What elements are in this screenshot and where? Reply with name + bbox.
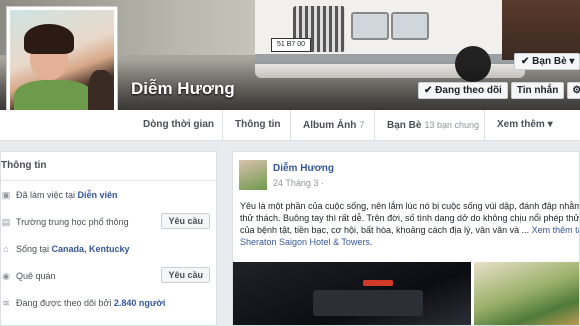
- post-timestamp[interactable]: 24 Tháng 3 ·: [273, 178, 324, 188]
- post-body: Yêu là một phần của cuộc sống, nên lắm l…: [240, 201, 580, 235]
- see-more-link[interactable]: Xem thêm: [532, 225, 573, 235]
- info-text: Đang được theo dõi bởi 2.840 người: [16, 298, 165, 308]
- avatar[interactable]: [239, 160, 267, 190]
- info-row-work: ▣ Đã làm việc tại Diễn viên: [1, 182, 218, 208]
- info-row-hometown: ◉ Quê quán Yêu cầu: [1, 263, 218, 289]
- tab-label: Bạn Bè: [387, 120, 422, 131]
- info-link[interactable]: Diễn viên: [78, 190, 118, 200]
- car-headlight: [351, 12, 389, 40]
- post-photo[interactable]: [233, 262, 471, 325]
- home-icon: ⌂: [3, 244, 9, 254]
- following-button[interactable]: ✔ Đang theo dõi: [418, 82, 508, 99]
- rss-icon: ≋: [2, 298, 10, 308]
- globe-icon: ·: [320, 178, 324, 188]
- car-headlight: [391, 12, 429, 40]
- profile-picture-image: [10, 10, 114, 122]
- profile-name[interactable]: Diễm Hương: [131, 79, 235, 99]
- tab-photos[interactable]: Album Ảnh 7: [290, 110, 364, 140]
- info-link[interactable]: 2.840 người: [114, 298, 165, 308]
- post-photo[interactable]: [474, 262, 579, 325]
- profile-actions: ✔ Đang theo dõi Tin nhắn ⚙▾: [418, 82, 580, 99]
- tab-timeline[interactable]: Dòng thời gian: [143, 110, 214, 140]
- info-link[interactable]: Canada, Kentucky: [52, 244, 130, 254]
- school-icon: ▤: [1, 217, 11, 227]
- info-prefix: Đang được theo dõi bởi: [16, 298, 114, 308]
- check-icon: ✔: [424, 85, 433, 96]
- info-row-highschool: ▤ Trường trung học phổ thông Yêu cầu: [1, 209, 218, 235]
- request-button[interactable]: Yêu cầu: [161, 213, 210, 229]
- briefcase-icon: ▣: [1, 190, 11, 200]
- info-text: Sống tại Canada, Kentucky: [16, 244, 130, 254]
- info-row-followers: ≋ Đang được theo dõi bởi 2.840 người: [1, 290, 218, 316]
- tab-about[interactable]: Thông tin: [222, 110, 281, 140]
- more-options-button[interactable]: ⚙▾: [567, 82, 580, 99]
- info-text: Quê quán: [16, 271, 56, 281]
- timeline-post: Diễm Hương 24 Tháng 3 · Yêu là một phần …: [232, 151, 580, 326]
- tab-count: 7: [359, 120, 365, 130]
- friend-button-label: Bạn Bè: [532, 56, 567, 67]
- post-photos: [233, 262, 579, 325]
- intro-heading: Thông tin: [1, 152, 216, 181]
- chevron-down-icon: ▾: [547, 119, 553, 130]
- tab-friends[interactable]: Bạn Bè 13 bạn chung: [374, 110, 479, 140]
- info-text: Trường trung học phổ thông: [16, 217, 129, 227]
- tab-label: Dòng thời gian: [143, 119, 214, 130]
- cover-person: [502, 0, 580, 60]
- tab-label: Thông tin: [235, 119, 281, 130]
- friend-button[interactable]: ✔ Bạn Bè ▾: [514, 53, 580, 70]
- tab-more[interactable]: Xem thêm ▾: [484, 110, 553, 140]
- car-plate: 51 B7 00: [271, 38, 311, 52]
- tab-count: 13 bạn chung: [424, 120, 480, 130]
- location-pin-icon: ◉: [2, 271, 10, 281]
- info-text: Đã làm việc tại Diễn viên: [16, 190, 118, 200]
- gear-icon: ⚙▾: [572, 85, 580, 96]
- following-button-label: Đang theo dõi: [435, 85, 502, 96]
- profile-picture[interactable]: [6, 6, 118, 126]
- photo-dashboard: [313, 290, 423, 316]
- tab-label: Album Ảnh: [303, 120, 357, 131]
- info-row-lives: ⌂ Sống tại Canada, Kentucky: [1, 236, 218, 262]
- post-text: Yêu là một phần của cuộc sống, nên lắm l…: [240, 200, 580, 248]
- message-button[interactable]: Tin nhắn: [510, 82, 565, 99]
- info-prefix: Đã làm việc tại: [16, 190, 78, 200]
- tab-label: Xem thêm: [497, 119, 545, 130]
- post-time-text: 24 Tháng 3: [273, 178, 319, 188]
- request-button[interactable]: Yêu cầu: [161, 267, 210, 283]
- check-icon: ✔: [521, 56, 530, 67]
- chevron-down-icon: ▾: [569, 56, 575, 67]
- info-prefix: Sống tại: [16, 244, 52, 254]
- post-author[interactable]: Diễm Hương: [273, 163, 334, 174]
- profile-hair: [24, 24, 74, 54]
- profile-tab-bar: Dòng thời gian Thông tin Album Ảnh 7 Bạn …: [0, 110, 580, 141]
- intro-card: Thông tin ▣ Đã làm việc tại Diễn viên ▤ …: [0, 151, 217, 326]
- photo-red-light: [363, 280, 393, 286]
